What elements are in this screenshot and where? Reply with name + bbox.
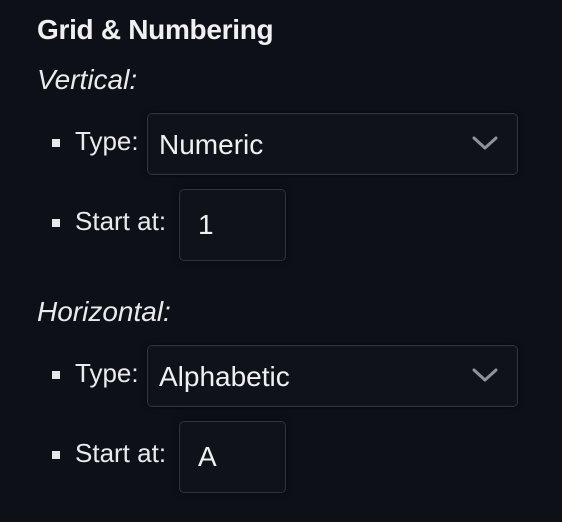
horizontal-type-select[interactable]: Alphabetic (147, 345, 518, 407)
horizontal-type-value: Alphabetic (159, 361, 290, 392)
bullet-icon (52, 371, 60, 379)
chevron-down-icon (472, 368, 498, 382)
vertical-type-select[interactable]: Numeric (147, 113, 518, 175)
vertical-start-value: 1 (198, 209, 214, 240)
bullet-icon (52, 451, 60, 459)
vertical-heading: Vertical: (37, 64, 138, 95)
bullet-icon (52, 219, 60, 227)
horizontal-type-label: Type: (75, 358, 139, 388)
bullet-icon (52, 139, 60, 147)
horizontal-start-value: A (198, 441, 217, 472)
vertical-start-label: Start at: (75, 206, 167, 236)
chevron-down-icon (472, 136, 498, 150)
vertical-start-input[interactable]: 1 (179, 189, 286, 261)
grid-numbering-panel: Grid & Numbering Vertical: Type: Numeric… (0, 0, 562, 522)
vertical-type-value: Numeric (159, 129, 264, 160)
panel-title: Grid & Numbering (37, 14, 274, 45)
horizontal-start-input[interactable]: A (179, 421, 286, 493)
vertical-type-label: Type: (75, 126, 139, 156)
horizontal-start-label: Start at: (75, 438, 167, 468)
horizontal-heading: Horizontal: (37, 296, 171, 327)
